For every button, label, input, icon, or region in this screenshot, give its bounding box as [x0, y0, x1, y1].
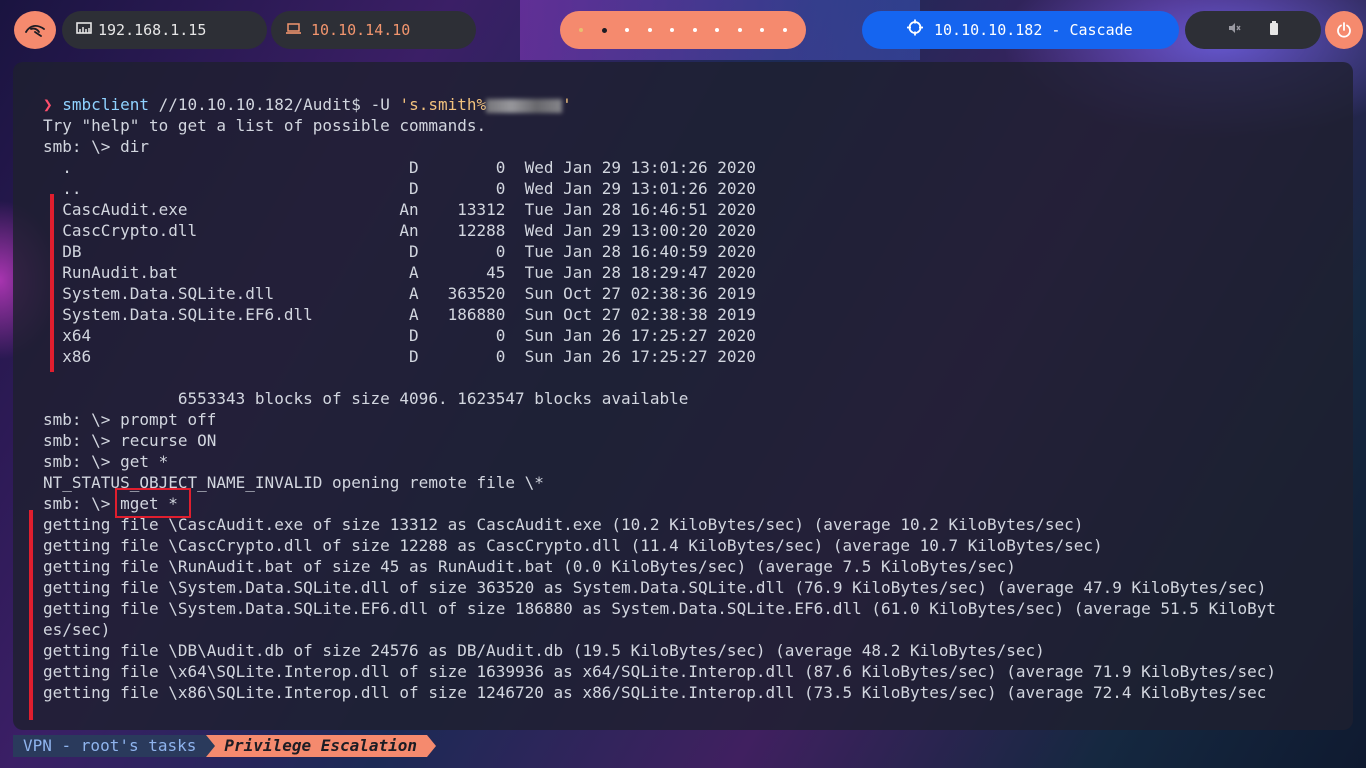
workspace-dot[interactable]: [692, 28, 697, 32]
terminal-line: RunAudit.bat A 45 Tue Jan 28 18:29:47 20…: [43, 263, 756, 282]
workspace-dot[interactable]: [715, 28, 720, 32]
status-widget: [1185, 11, 1321, 49]
terminal-line: smb: \> prompt off: [43, 410, 217, 429]
command-option: -U: [370, 95, 390, 114]
terminal-line: x64 D 0 Sun Jan 26 17:25:27 2020: [43, 326, 756, 345]
power-button[interactable]: [1325, 11, 1363, 49]
crosshair-icon: [906, 19, 924, 42]
volume-muted-icon[interactable]: [1227, 21, 1241, 39]
terminal-line: getting file \CascCrypto.dll of size 122…: [43, 536, 1103, 555]
redacted-password: [486, 98, 563, 113]
highlight-bar-download-output: [29, 510, 33, 720]
terminal-line: es/sec): [43, 620, 111, 639]
target-widget[interactable]: 10.10.10.182 - Cascade: [862, 11, 1179, 49]
command-line: ❯ smbclient //10.10.10.182/Audit$ -U 's.…: [43, 94, 1276, 115]
local-ip-text: 192.168.1.15: [98, 21, 207, 39]
terminal-line: getting file \x64\SQLite.Interop.dll of …: [43, 662, 1276, 681]
top-bar: 192.168.1.15 10.10.14.10 10.10.10.182 - …: [0, 0, 1366, 60]
power-icon: [1337, 22, 1351, 38]
workspace-dot[interactable]: [625, 28, 630, 32]
terminal-line: System.Data.SQLite.EF6.dll A 186880 Sun …: [43, 305, 756, 324]
command-name: smbclient: [62, 95, 149, 114]
terminal-line: Try "help" to get a list of possible com…: [43, 116, 487, 135]
command-quote: ': [562, 95, 572, 114]
battery-icon[interactable]: [1269, 21, 1279, 39]
vpn-ip-text: 10.10.14.10: [311, 21, 411, 39]
active-window-tab[interactable]: Privilege Escalation: [206, 735, 436, 757]
workspace-dot[interactable]: [760, 28, 765, 32]
terminal-window[interactable]: ❯ smbclient //10.10.10.182/Audit$ -U 's.…: [13, 62, 1353, 730]
workspace-dot[interactable]: [579, 28, 584, 32]
terminal-line: NT_STATUS_OBJECT_NAME_INVALID opening re…: [43, 473, 544, 492]
network-card-icon: [76, 21, 92, 39]
terminal-line: getting file \CascAudit.exe of size 1331…: [43, 515, 1084, 534]
session-name[interactable]: VPN - root's tasks: [13, 735, 207, 757]
local-ip-widget[interactable]: 192.168.1.15: [62, 11, 267, 49]
terminal-line: getting file \System.Data.SQLite.EF6.dll…: [43, 599, 1276, 618]
workspace-switcher: [560, 11, 806, 49]
menu-button[interactable]: [14, 11, 56, 49]
terminal-line: System.Data.SQLite.dll A 363520 Sun Oct …: [43, 284, 756, 303]
terminal-line: CascAudit.exe An 13312 Tue Jan 28 16:46:…: [43, 200, 756, 219]
workspace-dot[interactable]: [647, 28, 652, 32]
workspace-dot[interactable]: [782, 28, 787, 32]
terminal-line: smb: \> get *: [43, 452, 169, 471]
terminal-line: getting file \RunAudit.bat of size 45 as…: [43, 557, 1016, 576]
vpn-ip-widget[interactable]: 10.10.14.10: [271, 11, 476, 49]
command-credentials: 's.smith%: [399, 95, 487, 114]
terminal-line: smb: \> recurse ON: [43, 431, 217, 450]
workspace-dot[interactable]: [670, 28, 675, 32]
terminal-line: 6553343 blocks of size 4096. 1623547 blo…: [43, 389, 689, 408]
prompt-arrow: ❯: [43, 95, 53, 114]
terminal-line: CascCrypto.dll An 12288 Wed Jan 29 13:00…: [43, 221, 756, 240]
kali-dragon-icon: [25, 25, 45, 37]
terminal-line: getting file \System.Data.SQLite.dll of …: [43, 578, 1267, 597]
terminal-line: getting file \DB\Audit.db of size 24576 …: [43, 641, 1045, 660]
terminal-output: ❯ smbclient //10.10.10.182/Audit$ -U 's.…: [43, 94, 1276, 703]
terminal-line: DB D 0 Tue Jan 28 16:40:59 2020: [43, 242, 756, 261]
terminal-line: .. D 0 Wed Jan 29 13:01:26 2020: [43, 179, 756, 198]
terminal-line: smb: \> dir: [43, 137, 149, 156]
workspace-dot-active[interactable]: [601, 27, 607, 33]
highlight-box-mget: [115, 488, 191, 518]
terminal-line: smb: \> mget *: [43, 494, 178, 513]
terminal-line: . D 0 Wed Jan 29 13:01:26 2020: [43, 158, 756, 177]
workspace-dot[interactable]: [737, 28, 742, 32]
command-share: //10.10.10.182/Audit$: [158, 95, 361, 114]
highlight-bar-directory-listing: [50, 194, 54, 372]
tmux-status-bar: VPN - root's tasks Privilege Escalation: [13, 735, 436, 757]
laptop-icon: [285, 21, 302, 39]
terminal-line: x86 D 0 Sun Jan 26 17:25:27 2020: [43, 347, 756, 366]
target-text: 10.10.10.182 - Cascade: [934, 21, 1133, 39]
terminal-line: getting file \x86\SQLite.Interop.dll of …: [43, 683, 1267, 702]
